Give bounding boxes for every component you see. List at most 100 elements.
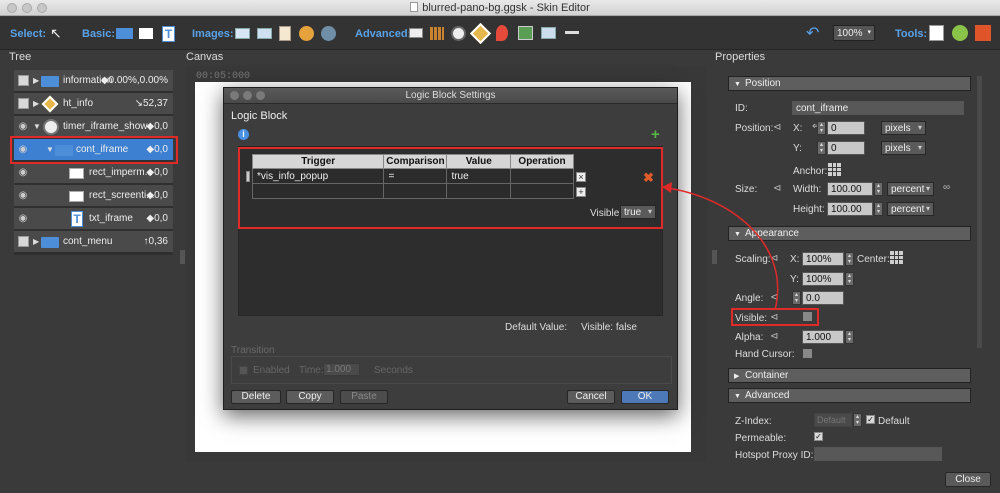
alpha-input[interactable]: 1.000 xyxy=(802,330,844,344)
section-advanced[interactable]: ▼ Advanced xyxy=(728,388,971,403)
tree-item-cont-menu[interactable]: ▶ cont_menu ↑0,36 xyxy=(14,231,173,253)
slider-icon[interactable] xyxy=(565,31,579,34)
section-appearance[interactable]: ▼ Appearance xyxy=(728,226,971,241)
anchor-label: Anchor: xyxy=(793,166,828,177)
width-input[interactable]: 100.00 xyxy=(827,182,873,196)
tree-item-txt-iframe[interactable]: ◉ T txt_iframe ◆0,0 xyxy=(14,208,173,230)
share-icon[interactable]: ⊲ xyxy=(773,183,781,194)
zindex-input[interactable] xyxy=(814,413,852,427)
visibility-checkbox[interactable] xyxy=(18,98,29,109)
zoom-value: 100% xyxy=(837,28,863,39)
zindex-stepper[interactable]: ▴ ▾ xyxy=(853,413,862,427)
center-grid-icon[interactable] xyxy=(890,251,903,264)
scale-y-stepper[interactable]: ▴ ▾ xyxy=(845,272,854,286)
grid-cloner-icon[interactable] xyxy=(430,27,444,40)
close-button[interactable]: Close xyxy=(945,472,991,487)
height-input[interactable]: 100.00 xyxy=(827,202,873,216)
tree-item-timer-iframe-show[interactable]: ◉ ▼ timer_iframe_show ◆0,0 xyxy=(14,116,173,138)
globe-icon[interactable] xyxy=(299,26,314,41)
map-pin-icon[interactable] xyxy=(496,25,508,41)
anchor-grid-icon[interactable] xyxy=(828,163,841,176)
y-unit-select[interactable]: pixels ▾ xyxy=(881,141,926,155)
timer-icon[interactable] xyxy=(451,26,466,41)
permeable-checkbox[interactable]: ✓ xyxy=(814,432,823,441)
angle-stepper[interactable]: ▴ ▾ xyxy=(792,291,801,305)
y-stepper[interactable]: ▴ ▾ xyxy=(817,141,826,155)
add-logic-block-icon[interactable]: + xyxy=(651,127,660,142)
copy-button[interactable]: Copy xyxy=(286,390,334,404)
height-unit-select[interactable]: percent ▾ xyxy=(887,202,934,216)
tree-item-information[interactable]: ▶ information ◆0.00%,0.00% xyxy=(14,70,173,92)
properties-scrollbar[interactable] xyxy=(977,76,982,348)
eye-icon[interactable]: ◉ xyxy=(16,212,30,226)
share-icon[interactable]: ⊲ xyxy=(770,292,778,303)
skin-preview-icon[interactable] xyxy=(929,25,944,41)
expand-arrow-icon: ▶ xyxy=(734,373,740,380)
tree-item-rect-imperm[interactable]: ◉ rect_imperm... ◆0,0 xyxy=(14,162,173,184)
transition-enabled-checkbox[interactable] xyxy=(239,366,248,375)
image-button-icon[interactable] xyxy=(257,28,272,39)
info-icon[interactable]: i xyxy=(238,129,249,140)
text-icon[interactable]: T xyxy=(162,26,175,42)
id-input[interactable]: cont_iframe xyxy=(792,101,964,115)
svg-file-icon[interactable] xyxy=(279,26,291,41)
canvas-splitter[interactable] xyxy=(712,250,717,264)
share-icon[interactable]: ⊲ xyxy=(770,253,778,264)
height-unit-value: percent xyxy=(891,204,925,215)
wizard-icon[interactable] xyxy=(952,25,968,41)
width-stepper[interactable]: ▴ ▾ xyxy=(874,182,883,196)
transition-time-input[interactable]: 1.000 xyxy=(323,363,360,376)
zindex-default-checkbox[interactable]: ✓ xyxy=(866,415,875,424)
rectangle-icon[interactable] xyxy=(139,28,153,39)
paste-button[interactable]: Paste xyxy=(340,390,388,404)
height-stepper[interactable]: ▴ ▾ xyxy=(874,202,883,216)
share-icon[interactable]: ⊲ xyxy=(773,122,781,133)
section-container[interactable]: ▶ Container xyxy=(728,368,971,383)
zoom-select[interactable]: 100% ▾ xyxy=(833,25,875,41)
video-icon[interactable] xyxy=(541,27,556,39)
panorama-icon[interactable] xyxy=(321,26,336,41)
tree-item-ht-info[interactable]: ▶ ht_info ↘52,37 xyxy=(14,93,173,115)
delete-button[interactable]: Delete xyxy=(231,390,281,404)
scale-x-input[interactable]: 100% xyxy=(802,252,844,266)
scale-x-stepper[interactable]: ▴ ▾ xyxy=(845,252,854,266)
visibility-checkbox[interactable] xyxy=(18,236,29,247)
expand-arrow-icon[interactable]: ▶ xyxy=(33,99,39,108)
id-label: ID: xyxy=(735,103,748,114)
alpha-stepper[interactable]: ▴ ▾ xyxy=(845,330,854,344)
undo-icon[interactable]: ↶ xyxy=(806,25,823,42)
arrow-pointer-icon[interactable]: ↖ xyxy=(50,25,67,42)
tree-splitter[interactable] xyxy=(180,250,185,264)
ok-button[interactable]: OK xyxy=(621,390,669,404)
hotspot-icon[interactable] xyxy=(469,22,492,45)
x-label: X: xyxy=(793,123,803,134)
image-icon[interactable] xyxy=(235,28,250,39)
hand-cursor-checkbox[interactable] xyxy=(803,349,812,358)
width-unit-select[interactable]: percent ▾ xyxy=(887,182,934,196)
default-visible-label: Visible: xyxy=(581,322,614,333)
container-folder-icon[interactable] xyxy=(116,28,133,39)
plugin-icon[interactable] xyxy=(975,25,991,41)
eye-icon[interactable]: ◉ xyxy=(16,120,30,134)
map-icon[interactable] xyxy=(518,26,533,40)
x-input[interactable]: 0 xyxy=(827,121,865,135)
section-position[interactable]: ▼ Position xyxy=(728,76,971,91)
scrollarea-icon[interactable] xyxy=(409,28,423,38)
eye-icon[interactable]: ◉ xyxy=(16,189,30,203)
collapse-arrow-icon[interactable]: ▼ xyxy=(33,122,41,131)
cancel-button[interactable]: Cancel xyxy=(567,390,615,404)
expand-arrow-icon[interactable]: ▶ xyxy=(33,237,39,246)
y-input[interactable]: 0 xyxy=(827,141,865,155)
x-stepper[interactable]: ▴ ▾ xyxy=(817,121,826,135)
link-icon[interactable]: ∞ xyxy=(943,182,950,193)
scale-y-input[interactable]: 100% xyxy=(802,272,844,286)
x-unit-select[interactable]: pixels ▾ xyxy=(881,121,926,135)
visibility-checkbox[interactable] xyxy=(18,75,29,86)
expand-arrow-icon[interactable]: ▶ xyxy=(33,76,39,85)
share-icon[interactable]: ⊲ xyxy=(770,331,778,342)
hotspot-proxy-input[interactable] xyxy=(814,447,942,461)
properties-panel-title: Properties xyxy=(715,51,766,63)
angle-input[interactable]: 0.0 xyxy=(802,291,844,305)
eye-icon[interactable]: ◉ xyxy=(16,166,30,180)
tree-item-rect-screenti[interactable]: ◉ rect_screenti... ◆0,0 xyxy=(14,185,173,207)
